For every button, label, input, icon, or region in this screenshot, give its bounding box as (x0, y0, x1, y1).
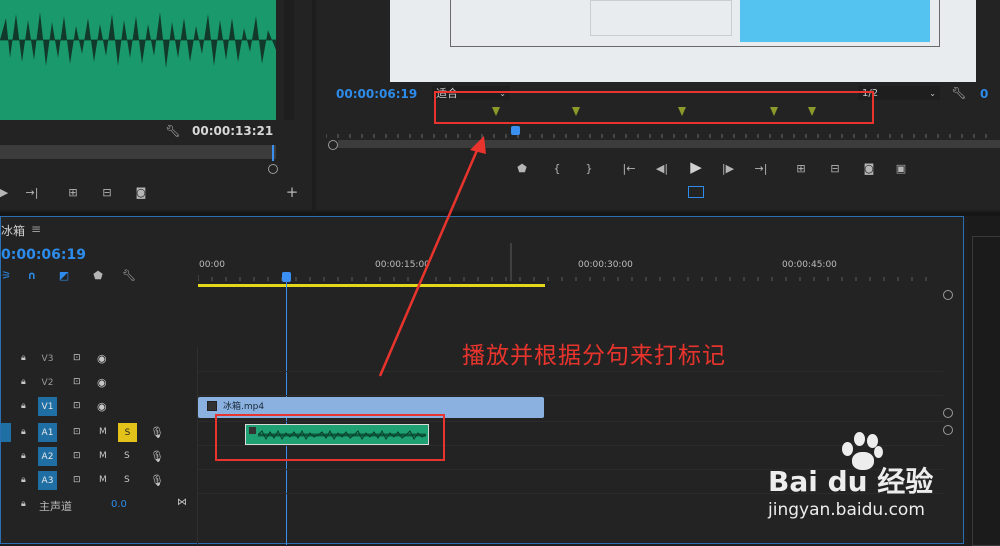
baidu-brand-text: Bai du 经验 (768, 465, 934, 498)
annotation-text: 播放并根据分句来打标记 (462, 343, 726, 369)
baidu-url-text: jingyan.baidu.com (768, 500, 925, 520)
baidu-watermark: Bai du 经验 jingyan.baidu.com (768, 432, 996, 528)
